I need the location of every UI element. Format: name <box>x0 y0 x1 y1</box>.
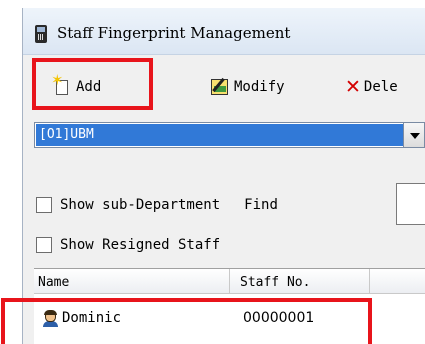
staff-grid: Name Staff No. Dominic 00000001 <box>34 268 425 344</box>
table-row[interactable]: Dominic 00000001 <box>34 295 425 344</box>
toolbar: ✶ Add Modify ✕ Dele <box>23 56 425 118</box>
fingerprint-device-icon <box>35 25 47 43</box>
show-sub-department-label: Show sub-Department <box>60 197 221 213</box>
person-icon <box>42 310 58 327</box>
modify-button[interactable]: Modify <box>209 74 285 100</box>
column-header-staff-no[interactable]: Staff No. <box>230 269 370 294</box>
department-selected-value: [O1]UBM <box>36 124 417 146</box>
find-input[interactable] <box>396 183 425 225</box>
show-resigned-label: Show Resigned Staff <box>60 237 221 253</box>
chevron-down-icon[interactable] <box>403 122 425 148</box>
show-sub-department-checkbox[interactable] <box>36 197 52 213</box>
staff-number-cell: 00000001 <box>243 310 315 326</box>
delete-button-label: Dele <box>363 79 398 95</box>
column-header-name[interactable]: Name <box>34 269 230 294</box>
department-select[interactable]: [O1]UBM <box>34 122 425 148</box>
show-resigned-option: Show Resigned Staff <box>36 233 220 257</box>
grid-header: Name Staff No. <box>34 269 425 294</box>
modify-button-label: Modify <box>234 79 285 95</box>
add-button[interactable]: ✶ Add <box>51 73 102 100</box>
new-page-icon: ✶ <box>51 73 73 97</box>
title-bar: Staff Fingerprint Management <box>23 8 425 55</box>
red-x-icon: ✕ <box>345 75 361 98</box>
delete-button[interactable]: ✕ Dele <box>345 74 398 100</box>
staff-name-cell: Dominic <box>62 310 122 326</box>
show-resigned-checkbox[interactable] <box>36 237 52 253</box>
background <box>0 0 22 344</box>
find-label: Find <box>244 197 278 213</box>
window-title: Staff Fingerprint Management <box>57 24 291 42</box>
show-sub-department-option: Show sub-Department Find <box>36 193 278 217</box>
edit-icon <box>209 77 231 97</box>
add-button-label: Add <box>76 79 102 95</box>
